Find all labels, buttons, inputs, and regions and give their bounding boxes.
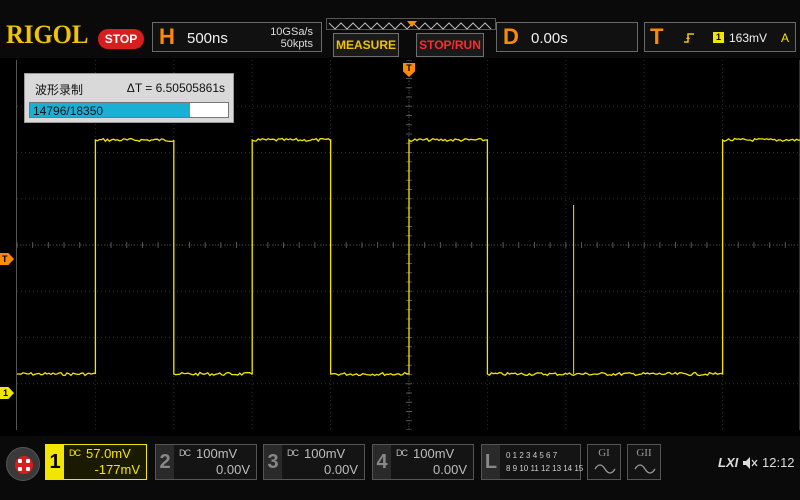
ch1-offset-marker[interactable]: 1 (0, 387, 14, 399)
recording-title: 波形录制 (35, 83, 84, 97)
memory-overview-strip[interactable] (326, 18, 496, 30)
timebase-value: 500ns (187, 30, 228, 47)
rising-edge-icon (684, 33, 694, 43)
timebase-box[interactable]: H 500ns 10GSa/s 50kpts (152, 22, 322, 52)
channel-4-box[interactable]: 4 DC 100mV 0.00V (372, 444, 474, 480)
channel-1-scale: 57.0mV (86, 446, 131, 461)
channel-1-box[interactable]: 1 DC 57.0mV -177mV (45, 444, 147, 480)
system-clock: 12:12 (762, 455, 795, 470)
timebase-letter: H (159, 24, 175, 49)
stop-run-button[interactable]: STOP/RUN (416, 33, 484, 57)
channel-4-offset: 0.00V (433, 462, 467, 477)
generator-2-box[interactable]: GII (627, 444, 661, 480)
channel-4-scale: 100mV (413, 446, 455, 461)
delay-box[interactable]: D 0.00s (496, 22, 638, 52)
delay-value: 0.00s (531, 30, 568, 47)
run-state-badge[interactable]: STOP (98, 29, 144, 49)
channel-2-offset: 0.00V (216, 462, 250, 477)
logic-label: L (482, 445, 500, 479)
channel-2-box[interactable]: 2 DC 100mV 0.00V (155, 444, 257, 480)
channel-3-number: 3 (264, 445, 282, 479)
trigger-level: 163mV (729, 31, 768, 45)
logic-channels-row-2: 8 9 10 11 12 13 14 15 (506, 464, 584, 473)
recording-progress-bar[interactable]: 14796/18350 (29, 102, 229, 118)
channel-3-offset: 0.00V (324, 462, 358, 477)
speaker-muted-icon[interactable] (742, 456, 758, 470)
channel-2-coupling: DC (179, 448, 191, 458)
trigger-letter: T (650, 24, 664, 49)
channel-4-coupling: DC (396, 448, 408, 458)
rigol-logo: RIGOL (6, 20, 89, 49)
trigger-box[interactable]: T 1 163mV A (644, 22, 796, 52)
sine-wave-icon (634, 464, 656, 474)
menu-grid-icon (15, 456, 33, 474)
delay-letter: D (503, 24, 519, 49)
channel-3-coupling: DC (287, 448, 299, 458)
ch1-trace-line (17, 137, 800, 377)
channel-4-number: 4 (373, 445, 391, 479)
trigger-source-badge: 1 (713, 32, 724, 43)
channel-3-box[interactable]: 3 DC 100mV 0.00V (263, 444, 365, 480)
memory-depth: 50kpts (280, 38, 313, 50)
channel-1-coupling: DC (69, 448, 81, 458)
channel-3-scale: 100mV (304, 446, 346, 461)
trigger-level-marker[interactable]: T (0, 253, 14, 265)
sample-rate: 10GSa/s (270, 26, 313, 38)
lxi-status[interactable]: LXI (718, 455, 738, 470)
channel-1-number: 1 (46, 445, 64, 479)
logic-analyzer-box[interactable]: L 0 1 2 3 4 5 6 7 8 9 10 11 12 13 14 15 (481, 444, 584, 480)
measure-button[interactable]: MEASURE (333, 33, 399, 57)
channel-2-number: 2 (156, 445, 174, 479)
recording-frame-count: 14796/18350 (33, 104, 104, 118)
main-menu-button[interactable] (6, 447, 40, 481)
recording-delta-t: ΔT = 6.50505861s (126, 81, 225, 95)
overview-zigzag (328, 21, 492, 30)
sine-wave-icon (594, 464, 616, 474)
generator-1-box[interactable]: GI (587, 444, 621, 480)
channel-2-scale: 100mV (196, 446, 238, 461)
generator-1-label: GI (598, 447, 610, 459)
generator-2-label: GII (636, 447, 652, 459)
logic-channels-row-1: 0 1 2 3 4 5 6 7 (506, 451, 558, 460)
channel-1-offset: -177mV (94, 462, 140, 477)
waveform-recording-panel[interactable]: 波形录制 ΔT = 6.50505861s 14796/18350 (24, 73, 234, 123)
trigger-mode: A (781, 31, 790, 45)
